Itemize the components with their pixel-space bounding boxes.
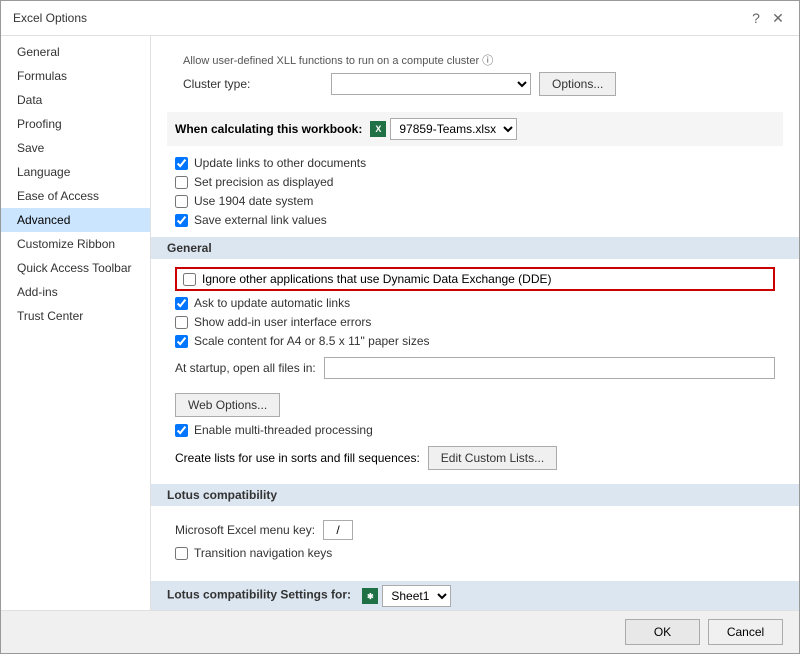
save-external-checkbox[interactable] [175, 214, 188, 227]
scroll-content: Allow user-defined XLL functions to run … [151, 36, 799, 610]
lotus-settings-label: Lotus compatibility Settings for: [167, 588, 351, 602]
threading-label: Enable multi-threaded processing [194, 423, 373, 437]
help-button[interactable]: ? [747, 9, 765, 27]
workbook-section-label: When calculating this workbook: [175, 122, 362, 136]
scale-content-checkbox[interactable] [175, 335, 188, 348]
scale-content-label: Scale content for A4 or 8.5 x 11" paper … [194, 334, 430, 348]
workbook-dropdown[interactable]: 97859-Teams.xlsx [390, 118, 517, 140]
update-links-checkbox[interactable] [175, 157, 188, 170]
lotus-content: Microsoft Excel menu key: / Transition n… [167, 514, 783, 571]
create-lists-row: Create lists for use in sorts and fill s… [167, 442, 783, 474]
cancel-button[interactable]: Cancel [708, 619, 783, 645]
startup-label: At startup, open all files in: [175, 361, 316, 375]
dialog-content: GeneralFormulasDataProofingSaveLanguageE… [1, 36, 799, 610]
date-1904-checkbox[interactable] [175, 195, 188, 208]
sidebar-item-general[interactable]: General [1, 40, 150, 64]
sidebar-item-toolbar[interactable]: Quick Access Toolbar [1, 256, 150, 280]
sheet-dropdown[interactable]: Sheet1 [382, 585, 451, 607]
sidebar-item-save[interactable]: Save [1, 136, 150, 160]
set-precision-checkbox[interactable] [175, 176, 188, 189]
excel-options-dialog: Excel Options ? ✕ GeneralFormulasDataPro… [0, 0, 800, 654]
transition-nav-label: Transition navigation keys [194, 546, 332, 560]
title-bar: Excel Options ? ✕ [1, 1, 799, 36]
checkbox-1904-date: Use 1904 date system [175, 194, 775, 208]
web-options-button[interactable]: Web Options... [175, 393, 280, 417]
dialog-footer: OK Cancel [1, 610, 799, 653]
dde-checkbox[interactable] [183, 273, 196, 286]
scrollable-area[interactable]: Allow user-defined XLL functions to run … [151, 36, 799, 610]
ask-update-label: Ask to update automatic links [194, 296, 350, 310]
save-external-label: Save external link values [194, 213, 327, 227]
sidebar-item-addins[interactable]: Add-ins [1, 280, 150, 304]
edit-custom-lists-button[interactable]: Edit Custom Lists... [428, 446, 557, 470]
show-addin-checkbox[interactable] [175, 316, 188, 329]
sidebar-item-language[interactable]: Language [1, 160, 150, 184]
lotus-settings-header: Lotus compatibility Settings for: ✱ Shee… [151, 581, 799, 610]
threading-row: Enable multi-threaded processing [167, 423, 783, 437]
menu-key-label: Microsoft Excel menu key: [175, 523, 315, 537]
create-lists-label: Create lists for use in sorts and fill s… [175, 451, 420, 465]
transition-nav-checkbox[interactable] [175, 547, 188, 560]
top-clipped: Allow user-defined XLL functions to run … [167, 44, 783, 72]
ask-update-checkbox[interactable] [175, 297, 188, 310]
menu-key-value: / [323, 520, 353, 540]
date-1904-label: Use 1904 date system [194, 194, 313, 208]
cluster-options-button[interactable]: Options... [539, 72, 616, 96]
ok-button[interactable]: OK [625, 619, 700, 645]
sidebar-item-data[interactable]: Data [1, 88, 150, 112]
dde-label: Ignore other applications that use Dynam… [202, 272, 552, 286]
sidebar-item-advanced[interactable]: Advanced [1, 208, 150, 232]
general-checkboxes: Ignore other applications that use Dynam… [167, 267, 783, 348]
cluster-type-label: Cluster type: [183, 77, 323, 91]
sidebar-item-formulas[interactable]: Formulas [1, 64, 150, 88]
threading-checkbox[interactable] [175, 424, 188, 437]
lotus-section-header: Lotus compatibility [151, 484, 799, 506]
checkbox-transition-nav: Transition navigation keys [175, 546, 775, 560]
checkbox-ask-update: Ask to update automatic links [175, 296, 775, 310]
workbook-section: When calculating this workbook: X 97859-… [167, 112, 783, 146]
sheet-icon: ✱ [362, 588, 378, 604]
workbook-checkboxes: Update links to other documents Set prec… [167, 156, 783, 227]
update-links-label: Update links to other documents [194, 156, 366, 170]
sidebar: GeneralFormulasDataProofingSaveLanguageE… [1, 36, 151, 610]
checkbox-show-addin: Show add-in user interface errors [175, 315, 775, 329]
workbook-select: X 97859-Teams.xlsx [370, 118, 517, 140]
sidebar-item-ribbon[interactable]: Customize Ribbon [1, 232, 150, 256]
xll-functions-text: Allow user-defined XLL functions to run … [183, 55, 493, 67]
cluster-type-select[interactable] [331, 73, 531, 95]
general-section-header: General [151, 237, 799, 259]
web-options-row: Web Options... [167, 389, 783, 423]
checkbox-scale-content: Scale content for A4 or 8.5 x 11" paper … [175, 334, 775, 348]
excel-icon: X [370, 121, 386, 137]
dialog-title: Excel Options [13, 11, 87, 25]
checkbox-threading: Enable multi-threaded processing [175, 423, 775, 437]
main-content: Allow user-defined XLL functions to run … [151, 36, 799, 610]
checkbox-save-external: Save external link values [175, 213, 775, 227]
dde-row: Ignore other applications that use Dynam… [175, 267, 775, 291]
sidebar-item-ease[interactable]: Ease of Access [1, 184, 150, 208]
show-addin-label: Show add-in user interface errors [194, 315, 371, 329]
cluster-row: Cluster type: Options... [167, 72, 783, 104]
title-bar-buttons: ? ✕ [747, 9, 787, 27]
set-precision-label: Set precision as displayed [194, 175, 333, 189]
sidebar-item-trust[interactable]: Trust Center [1, 304, 150, 328]
checkbox-update-links: Update links to other documents [175, 156, 775, 170]
menu-key-row: Microsoft Excel menu key: / [175, 520, 775, 540]
startup-input[interactable] [324, 357, 775, 379]
close-button[interactable]: ✕ [769, 9, 787, 27]
sidebar-item-proofing[interactable]: Proofing [1, 112, 150, 136]
startup-row: At startup, open all files in: [167, 353, 783, 383]
checkbox-set-precision: Set precision as displayed [175, 175, 775, 189]
